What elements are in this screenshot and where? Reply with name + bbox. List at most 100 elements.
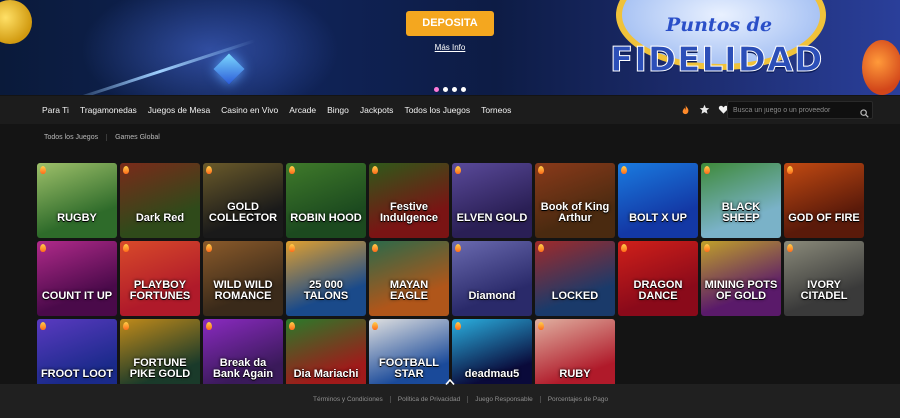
flame-icon	[704, 166, 710, 174]
game-tile[interactable]: 25 000 TALONS	[286, 241, 366, 316]
game-tile[interactable]: RUGBY	[37, 163, 117, 238]
game-title: deadmau5	[464, 368, 520, 380]
game-tile[interactable]: BLACK SHEEP	[701, 163, 781, 238]
game-tile[interactable]: GOLD COLLECTOR	[203, 163, 283, 238]
game-title: LOCKED	[551, 290, 599, 302]
nav-item-todos-los-juegos[interactable]: Todos los Juegos	[404, 105, 470, 115]
game-title: FROOT LOOT	[40, 368, 114, 380]
footer-link-terms[interactable]: Términos y Condiciones	[306, 396, 391, 403]
game-tile[interactable]: PLAYBOY FORTUNES	[120, 241, 200, 316]
footer-link-responsible-gaming[interactable]: Juego Responsable	[468, 396, 541, 403]
footer-links: Términos y Condiciones Política de Priva…	[306, 396, 615, 403]
search-box	[727, 101, 873, 119]
footer-link-payout-rates[interactable]: Porcentajes de Pago	[541, 396, 615, 403]
game-tile[interactable]: RUBY	[535, 319, 615, 394]
deposit-button[interactable]: DEPOSITA	[406, 11, 494, 36]
flame-icon	[455, 244, 461, 252]
footer: Términos y Condiciones Política de Priva…	[0, 384, 900, 418]
nav-item-torneos[interactable]: Torneos	[481, 105, 511, 115]
game-title: MINING POTS OF GOLD	[704, 279, 778, 302]
game-tile[interactable]: WILD WILD ROMANCE	[203, 241, 283, 316]
footer-link-privacy[interactable]: Política de Privacidad	[391, 396, 469, 403]
flame-icon	[455, 166, 461, 174]
chevron-up-icon[interactable]	[445, 378, 455, 386]
game-tile[interactable]: Festive Indulgence	[369, 163, 449, 238]
nav-item-casino-en-vivo[interactable]: Casino en Vivo	[221, 105, 278, 115]
game-tile[interactable]: Diamond	[452, 241, 532, 316]
nav-item-bingo[interactable]: Bingo	[327, 105, 349, 115]
flame-icon	[704, 244, 710, 252]
badge-subtitle: Puntos de	[666, 14, 773, 36]
game-title: Break da Bank Again	[212, 357, 274, 380]
game-tile[interactable]: LOCKED	[535, 241, 615, 316]
flame-icon	[787, 166, 793, 174]
flame-icon	[289, 166, 295, 174]
game-tile[interactable]: GOD OF FIRE	[784, 163, 864, 238]
flame-icon	[40, 244, 46, 252]
game-title: WILD WILD ROMANCE	[213, 279, 273, 302]
loyalty-badge: Puntos de FIDELIDAD	[596, 0, 846, 95]
nav-item-juegos-de-mesa[interactable]: Juegos de Mesa	[148, 105, 210, 115]
badge-title: FIDELIDAD	[609, 40, 824, 81]
game-title: DRAGON DANCE	[633, 279, 683, 302]
flame-icon[interactable]	[680, 104, 691, 115]
casino-page: Puntos de FIDELIDAD DEPOSITA Más Info Pa…	[0, 0, 900, 418]
game-tile[interactable]: Break da Bank Again	[203, 319, 283, 394]
game-title: GOD OF FIRE	[788, 212, 860, 224]
game-tile[interactable]: MAYAN EAGLE	[369, 241, 449, 316]
filter-games-global[interactable]: Games Global	[107, 134, 168, 141]
flame-icon	[123, 322, 129, 330]
filter-all-games[interactable]: Todos los Juegos	[36, 134, 108, 141]
search-input[interactable]	[733, 104, 853, 117]
carousel-dot[interactable]	[452, 87, 457, 92]
more-info-link[interactable]: Más Info	[422, 43, 478, 52]
game-tile[interactable]: BOLT X UP	[618, 163, 698, 238]
game-title: Diamond	[468, 290, 516, 302]
game-title: BLACK SHEEP	[721, 201, 761, 224]
flame-icon	[206, 166, 212, 174]
game-tile[interactable]: ROBIN HOOD	[286, 163, 366, 238]
carousel-dot[interactable]	[434, 87, 439, 92]
game-tile[interactable]: Dia Mariachi	[286, 319, 366, 394]
game-title: Dark Red	[135, 212, 185, 224]
flame-icon	[206, 244, 212, 252]
nav-menu: Para Ti Tragamonedas Juegos de Mesa Casi…	[42, 96, 522, 124]
game-tile[interactable]: deadmau5	[452, 319, 532, 394]
flame-icon	[289, 322, 295, 330]
search-icon[interactable]	[860, 105, 869, 118]
nav-icon-group	[680, 104, 729, 115]
game-tile[interactable]: FOOTBALL STAR	[369, 319, 449, 394]
game-title: RUGBY	[57, 212, 97, 224]
game-tile[interactable]: FORTUNE PIKE GOLD	[120, 319, 200, 394]
game-tile[interactable]: MINING POTS OF GOLD	[701, 241, 781, 316]
flame-icon	[206, 322, 212, 330]
game-tile[interactable]: DRAGON DANCE	[618, 241, 698, 316]
flame-icon	[123, 166, 129, 174]
flame-icon	[372, 244, 378, 252]
nav-item-tragamonedas[interactable]: Tragamonedas	[80, 105, 137, 115]
game-title: PLAYBOY FORTUNES	[129, 279, 191, 302]
game-tile[interactable]: ELVEN GOLD	[452, 163, 532, 238]
carousel-dot[interactable]	[461, 87, 466, 92]
flame-icon	[289, 244, 295, 252]
game-title: Dia Mariachi	[293, 368, 359, 380]
nav-item-arcade[interactable]: Arcade	[289, 105, 316, 115]
game-tile[interactable]: COUNT IT UP	[37, 241, 117, 316]
game-tile[interactable]: Dark Red	[120, 163, 200, 238]
game-title: FOOTBALL STAR	[379, 357, 439, 380]
filter-breadcrumb: Todos los Juegos Games Global	[36, 134, 168, 141]
flame-icon	[372, 166, 378, 174]
flame-icon	[538, 166, 544, 174]
nav-item-jackpots[interactable]: Jackpots	[360, 105, 394, 115]
promo-banner[interactable]: Puntos de FIDELIDAD DEPOSITA Más Info	[0, 0, 900, 95]
flame-icon	[455, 322, 461, 330]
star-icon[interactable]	[699, 104, 710, 115]
game-tile[interactable]: FROOT LOOT	[37, 319, 117, 394]
carousel-dot[interactable]	[443, 87, 448, 92]
nav-item-para-ti[interactable]: Para Ti	[42, 105, 69, 115]
game-tile[interactable]: Book of King Arthur	[535, 163, 615, 238]
flame-icon	[123, 244, 129, 252]
game-tile[interactable]: IVORY CITADEL	[784, 241, 864, 316]
game-title: BOLT X UP	[629, 212, 687, 224]
game-title: Book of King Arthur	[540, 201, 610, 224]
